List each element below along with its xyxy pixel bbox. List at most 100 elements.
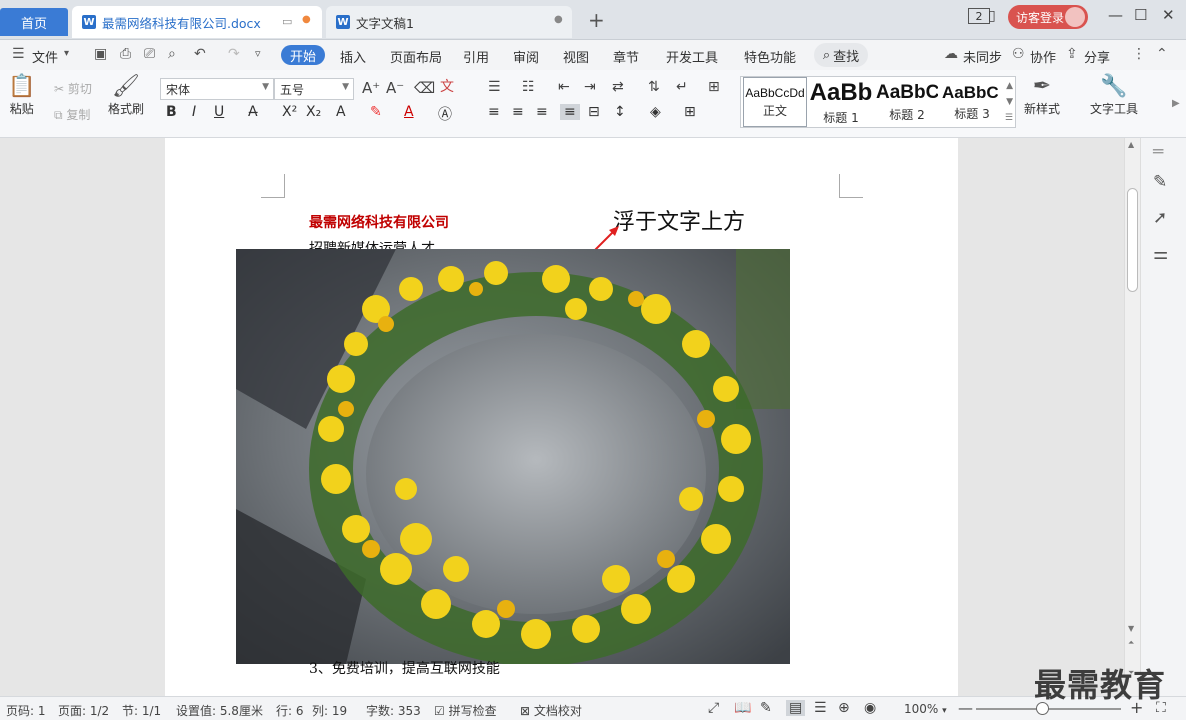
web-view-icon[interactable]: ⊕ [838, 700, 850, 716]
highlight-icon[interactable]: ✎ [370, 104, 382, 120]
styles-scroll-down-icon[interactable]: ▼ [1006, 97, 1013, 107]
font-size-select[interactable]: 五号 ▼ [274, 78, 354, 100]
window-count-badge[interactable]: 2 [968, 8, 990, 24]
distributed-align-icon[interactable]: ⊟ [588, 104, 600, 120]
status-pages[interactable]: 页面: 1/2 [58, 702, 109, 719]
chevron-down-icon[interactable]: ▾ [64, 48, 69, 59]
text-effect-icon[interactable]: A [336, 104, 346, 120]
bold-icon[interactable]: B [166, 104, 177, 120]
guest-login-button[interactable]: 访客登录 [1008, 5, 1088, 29]
align-left-icon[interactable]: ≡ [488, 104, 500, 120]
ribbon-scroll-right-icon[interactable]: ▶ [1172, 98, 1180, 109]
new-style-button[interactable]: ✒ 新样式 [1024, 74, 1060, 117]
status-setting-value[interactable]: 设置值: 5.8厘米 [176, 702, 263, 719]
font-name-select[interactable]: 宋体 ▼ [160, 78, 274, 100]
print-preview-icon[interactable]: ⌕ [168, 46, 176, 62]
status-row[interactable]: 行: 6 [276, 702, 304, 719]
select-cursor-icon[interactable]: ➚ [1153, 208, 1167, 228]
style-heading-1[interactable]: AaBb 标题 1 [809, 77, 873, 127]
undo-icon[interactable]: ↶ [194, 46, 206, 62]
subscript-icon[interactable]: X₂ [306, 104, 321, 120]
menu-start[interactable]: 开始 [281, 45, 325, 65]
paste-button[interactable]: 📋 粘贴 [8, 74, 35, 117]
scroll-down-icon[interactable]: ▼ [1128, 624, 1134, 633]
phonetic-guide-icon[interactable]: 文 [440, 76, 454, 96]
tab-stops-icon[interactable]: ⊞ [708, 79, 720, 95]
menu-special-features[interactable]: 特色功能 [744, 47, 796, 66]
zoom-level-select[interactable]: 100% ▾ [904, 702, 947, 716]
font-color-icon[interactable]: A [404, 104, 414, 120]
share-button[interactable]: 分享 [1084, 47, 1110, 66]
align-justify-icon[interactable]: ≡ [560, 104, 580, 120]
flower-wreath-image[interactable] [236, 249, 790, 664]
status-column[interactable]: 列: 19 [312, 702, 347, 719]
new-tab-button[interactable]: + [588, 8, 605, 32]
char-border-icon[interactable]: Ⓐ [438, 104, 452, 124]
border-icon[interactable]: ⊞ [684, 104, 696, 120]
numbered-list-icon[interactable]: ☷ [522, 79, 535, 95]
menu-file[interactable]: 文件 [32, 47, 58, 66]
text-tools-button[interactable]: 🔧 文字工具 [1090, 74, 1138, 117]
increase-font-icon[interactable]: A⁺ [362, 79, 380, 97]
style-heading-3[interactable]: AaBbC 标题 3 [941, 77, 1003, 127]
status-section[interactable]: 节: 1/1 [122, 702, 161, 719]
style-normal[interactable]: AaBbCcDd 正文 [743, 77, 807, 127]
hamburger-icon[interactable]: ☰ [12, 46, 25, 62]
bullet-list-icon[interactable]: ☰ [488, 79, 501, 95]
eye-protection-icon[interactable]: ◉ [864, 700, 876, 716]
shading-icon[interactable]: ◈ [650, 104, 661, 120]
tab-active-document[interactable]: W 最需网络科技有限公司.docx ▭ ● [72, 6, 322, 38]
display-icon[interactable]: ▭ [282, 15, 292, 28]
status-page-number[interactable]: 页码: 1 [6, 702, 46, 719]
menu-developer[interactable]: 开发工具 [666, 47, 718, 66]
sync-status[interactable]: 未同步 [963, 47, 1002, 66]
menu-chapter[interactable]: 章节 [613, 47, 639, 66]
zoom-out-icon[interactable]: — [958, 699, 973, 717]
reading-mode-icon[interactable]: 📖 [734, 700, 751, 716]
chinese-layout-icon[interactable]: ⇄ [612, 79, 624, 95]
save-icon[interactable]: ▣ [94, 46, 107, 62]
prev-page-icon[interactable]: ⏶ [1128, 638, 1134, 648]
status-word-count[interactable]: 字数: 353 [366, 702, 421, 719]
scroll-up-icon[interactable]: ▲ [1128, 140, 1134, 149]
fullscreen-icon[interactable]: ⤢ [708, 700, 719, 716]
spellcheck-button[interactable]: ☑ 拼写检查 [434, 702, 497, 719]
search-button[interactable]: ⌕ 查找 [814, 43, 868, 67]
tab-inactive-document[interactable]: W 文字文稿1 ● [326, 6, 572, 38]
tab-home[interactable]: 首页 [0, 8, 68, 36]
page-view-icon[interactable]: ▤ [786, 700, 806, 716]
decrease-font-icon[interactable]: A⁻ [386, 79, 404, 97]
collaborate-icon[interactable]: ⚇ [1012, 46, 1025, 62]
maximize-button[interactable]: ☐ [1134, 6, 1147, 24]
superscript-icon[interactable]: X² [282, 104, 297, 120]
styles-expand-icon[interactable]: ☰ [1005, 113, 1013, 123]
settings-sliders-icon[interactable]: ⚌ [1153, 244, 1168, 264]
italic-icon[interactable]: I [192, 104, 196, 120]
format-painter-button[interactable]: 🖌 格式刷 [108, 74, 144, 117]
outline-view-icon[interactable]: ☰ [814, 700, 827, 716]
align-right-icon[interactable]: ≡ [536, 104, 548, 120]
show-marks-icon[interactable]: ↵ [676, 79, 688, 95]
sort-icon[interactable]: ⇅ [648, 79, 660, 95]
menu-view[interactable]: 视图 [563, 47, 589, 66]
minimize-button[interactable]: — [1108, 6, 1123, 24]
menu-references[interactable]: 引用 [463, 47, 489, 66]
redo-icon[interactable]: ↷ [228, 46, 240, 62]
underline-icon[interactable]: U [214, 104, 224, 120]
align-center-icon[interactable]: ≡ [512, 104, 524, 120]
decrease-indent-icon[interactable]: ⇤ [558, 79, 570, 95]
export-pdf-icon[interactable]: ⎙ [120, 46, 131, 62]
benefit-line[interactable]: 3、免费培训，提高互联网技能 [309, 658, 500, 678]
line-spacing-icon[interactable]: ↕ [614, 104, 626, 120]
writing-mode-icon[interactable]: ✎ [760, 700, 772, 716]
cloud-sync-icon[interactable]: ☁ [944, 46, 958, 62]
collaborate-button[interactable]: 协作 [1030, 47, 1056, 66]
copy-button[interactable]: ⧉ 复制 [54, 106, 90, 123]
float-above-text-label[interactable]: 浮于文字上方 [613, 204, 745, 236]
style-heading-2[interactable]: AaBbC 标题 2 [875, 77, 939, 127]
quick-access-dropdown-icon[interactable]: ▿ [255, 47, 261, 60]
increase-indent-icon[interactable]: ⇥ [584, 79, 596, 95]
close-button[interactable]: ✕ [1162, 6, 1175, 24]
menu-insert[interactable]: 插入 [340, 47, 366, 66]
window-list-icon[interactable]: ▯ [988, 8, 996, 24]
